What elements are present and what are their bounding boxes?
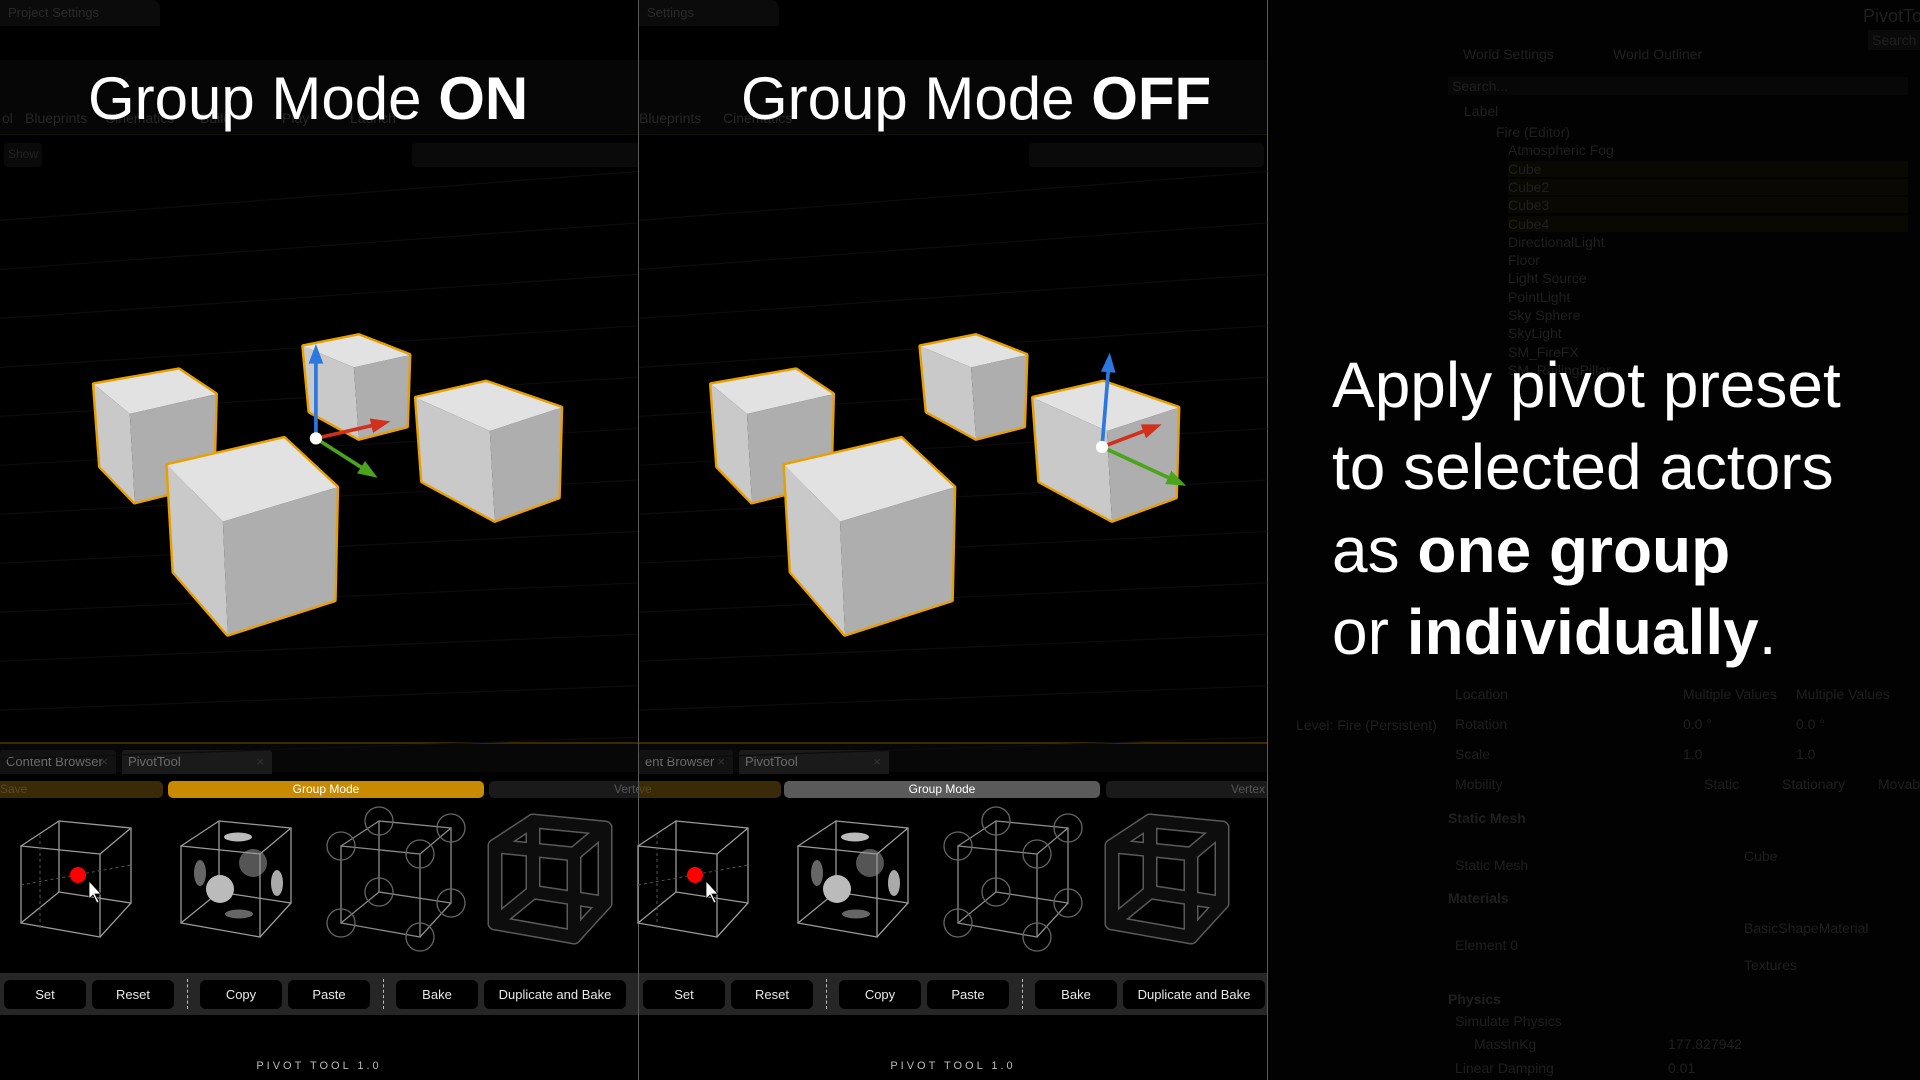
cube-edge <box>1106 917 1197 943</box>
face-dot <box>194 860 206 886</box>
pivot-face-preset-icon[interactable] <box>797 820 909 938</box>
cube-edge <box>419 902 452 938</box>
selected-pivot-dot <box>687 867 703 883</box>
face-dot <box>888 870 900 896</box>
cube-edge <box>259 902 292 938</box>
mouse-cursor-icon <box>88 879 102 904</box>
selected-pivot-dot <box>70 867 86 883</box>
cube-edge <box>259 827 292 855</box>
cube-edge <box>378 820 452 829</box>
pivot-preset-icons <box>20 806 1230 952</box>
cube-edge <box>995 820 1069 829</box>
cube-edge <box>340 891 380 924</box>
face-dot <box>271 870 283 896</box>
face-dot <box>224 832 252 842</box>
cube-edge <box>20 922 101 938</box>
mouse-cursor-icon <box>705 879 719 904</box>
cube-edge <box>835 820 909 829</box>
cube-edge <box>218 820 292 829</box>
cube-edge <box>716 902 749 938</box>
cube-edge <box>180 922 261 938</box>
pivot-face-preset-icon[interactable] <box>180 820 292 938</box>
face-dot <box>225 909 253 919</box>
pivot-corner-preset-icon[interactable] <box>326 806 466 952</box>
pivot-edge-preset-icon[interactable] <box>1104 813 1230 945</box>
pivot-center-preset-icon[interactable] <box>20 820 132 938</box>
cube-edge <box>180 820 220 847</box>
face-dot <box>842 909 870 919</box>
face-dot <box>206 875 234 903</box>
cube-edge <box>876 902 909 938</box>
cube-edge <box>1144 815 1228 834</box>
face-dot <box>823 875 851 903</box>
cube-edge <box>797 820 837 847</box>
cube-edge <box>99 902 132 938</box>
cube-edge <box>957 891 997 924</box>
cube-edge <box>1036 902 1069 938</box>
cube-edge <box>637 922 718 938</box>
face-dot <box>841 832 869 842</box>
cube-edge <box>99 827 132 855</box>
cube-edge <box>1144 886 1228 909</box>
cube-edge <box>716 827 749 855</box>
cube-edge <box>58 820 132 829</box>
pivot-center-preset-icon[interactable] <box>637 820 749 938</box>
cube-edge <box>876 827 909 855</box>
cube-edge <box>637 845 718 855</box>
pivot-corner-preset-icon[interactable] <box>943 806 1083 952</box>
cube-edge <box>20 845 101 855</box>
pivot-edge-preset-icon[interactable] <box>487 813 613 945</box>
face-dot <box>811 860 823 886</box>
cube-edge <box>527 886 611 909</box>
cube-edge <box>489 917 580 943</box>
cube-edge <box>797 922 878 938</box>
cube-edge <box>527 815 611 834</box>
cube-edge <box>675 820 749 829</box>
